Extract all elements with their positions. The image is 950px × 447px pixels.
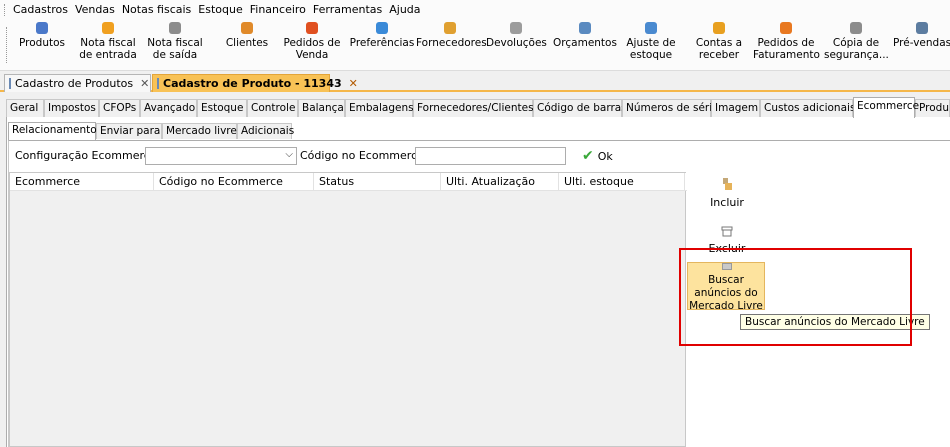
toolbar-nota-entrada-button[interactable]: Nota fiscal de entrada <box>76 22 140 70</box>
subtab-relacionamento[interactable]: Relacionamento <box>8 122 97 140</box>
tab-fornecedores-clientes[interactable]: Fornecedores/Clientes <box>413 99 534 117</box>
invoice-in-icon <box>102 22 114 34</box>
tab-cfops[interactable]: CFOPs <box>99 99 140 117</box>
tab-ecommerce[interactable]: Ecommerce <box>853 97 919 118</box>
clients-icon <box>241 22 253 34</box>
config-ecommerce-label: Configuração Ecommerce: <box>15 149 161 162</box>
subtab-adicionais[interactable]: Adicionais <box>237 123 294 139</box>
toolbar-devolucoes-button[interactable]: Devoluções <box>486 22 547 70</box>
menu-financeiro[interactable]: Financeiro <box>250 3 306 16</box>
quotes-icon <box>579 22 591 34</box>
toolbar-contas-receber-button[interactable]: Contas a receber <box>693 22 745 70</box>
menu-bar: Cadastros Vendas Notas fiscais Estoque F… <box>0 0 950 19</box>
ok-button[interactable]: ✔ Ok <box>582 147 613 165</box>
menu-ferramentas[interactable]: Ferramentas <box>313 3 382 16</box>
tab-numeros-serie[interactable]: Números de série <box>622 99 719 117</box>
doc-tab-cadastro-produto-11343[interactable]: Cadastro de Produto - 11343 ✕ <box>152 74 358 92</box>
subtab-mercado-livre[interactable]: Mercado livre <box>162 123 237 139</box>
toolbar-nota-saida-button[interactable]: Nota fiscal de saída <box>145 22 205 70</box>
main-tabs: Geral Impostos CFOPs Avançado Estoque Co… <box>6 97 950 118</box>
delete-icon <box>721 226 733 237</box>
add-icon <box>723 178 732 190</box>
sales-orders-icon <box>306 22 318 34</box>
check-icon: ✔ <box>582 148 594 164</box>
main-toolbar: Produtos Nota fiscal de entrada Nota fis… <box>0 19 950 71</box>
billing-orders-icon <box>780 22 792 34</box>
stock-adjust-icon <box>645 22 657 34</box>
tab-controle[interactable]: Controle <box>247 99 298 117</box>
preferences-icon <box>376 22 388 34</box>
suppliers-icon <box>444 22 456 34</box>
invoice-out-icon <box>169 22 181 34</box>
tab-produt[interactable]: Produt <box>915 99 950 117</box>
menu-grip <box>4 3 7 16</box>
tab-avancado[interactable]: Avançado <box>140 99 197 117</box>
tab-estoque[interactable]: Estoque <box>197 99 247 117</box>
tab-embalagens[interactable]: Embalagens <box>345 99 414 117</box>
receivables-icon <box>713 22 725 34</box>
toolbar-fornecedores-button[interactable]: Fornecedores <box>416 22 487 70</box>
products-icon <box>36 22 48 34</box>
column-ecommerce[interactable]: Ecommerce <box>10 173 154 191</box>
tab-custos-adicionais[interactable]: Custos adicionais <box>760 99 855 117</box>
tab-imagem[interactable]: Imagem <box>711 99 760 117</box>
toolbar-copia-seguranca-button[interactable]: Cópia de segurança... <box>824 22 889 70</box>
tab-balanca[interactable]: Balança <box>298 99 345 117</box>
doc-tab-cadastro-produtos[interactable]: Cadastro de Produtos ✕ <box>4 74 151 92</box>
column-codigo-ecommerce[interactable]: Código no Ecommerce <box>154 173 314 191</box>
menu-notas-fiscais[interactable]: Notas fiscais <box>122 3 191 16</box>
column-ulti-atualizacao[interactable]: Ulti. Atualização <box>441 173 559 191</box>
document-tabs: Cadastro de Produtos ✕ Cadastro de Produ… <box>0 72 950 92</box>
toolbar-pre-vendas-button[interactable]: Pré-vendas <box>893 22 950 70</box>
chevron-down-icon[interactable]: ⌵ <box>285 149 293 160</box>
toolbar-grip <box>6 27 9 63</box>
menu-estoque[interactable]: Estoque <box>198 3 242 16</box>
grid-header: Ecommerce Código no Ecommerce Status Ult… <box>10 173 687 191</box>
pre-sales-icon <box>915 22 928 34</box>
subtab-enviar-para[interactable]: Enviar para <box>96 123 162 139</box>
document-icon <box>9 78 11 89</box>
returns-icon <box>510 22 522 34</box>
close-icon[interactable]: ✕ <box>140 77 149 90</box>
toolbar-clientes-button[interactable]: Clientes <box>222 22 272 70</box>
menu-vendas[interactable]: Vendas <box>75 3 115 16</box>
config-ecommerce-select[interactable]: ⌵ <box>145 147 297 165</box>
column-ulti-estoque[interactable]: Ulti. estoque <box>559 173 685 191</box>
incluir-button[interactable]: Incluir <box>705 176 749 209</box>
tab-codigo-barras[interactable]: Código de barras <box>533 99 627 117</box>
toolbar-preferencias-button[interactable]: Preferências <box>349 22 415 70</box>
ecommerce-grid: Ecommerce Código no Ecommerce Status Ult… <box>9 172 687 447</box>
toolbar-pedidos-faturamento-button[interactable]: Pedidos de Faturamento <box>753 22 820 70</box>
toolbar-ajuste-estoque-button[interactable]: Ajuste de estoque <box>625 22 677 70</box>
close-icon[interactable]: ✕ <box>349 77 358 90</box>
document-icon <box>157 78 159 89</box>
annotation-highlight-box <box>679 248 912 346</box>
menu-ajuda[interactable]: Ajuda <box>389 3 420 16</box>
codigo-ecommerce-input[interactable] <box>415 147 566 165</box>
tab-geral[interactable]: Geral <box>6 99 44 117</box>
menu-cadastros[interactable]: Cadastros <box>13 3 68 16</box>
backup-icon <box>850 22 862 34</box>
codigo-ecommerce-label: Código no Ecommerce: <box>300 149 428 162</box>
toolbar-produtos-button[interactable]: Produtos <box>18 22 66 70</box>
ecommerce-sub-tabs: Relacionamento Enviar para Mercado livre… <box>8 122 948 140</box>
tab-impostos[interactable]: Impostos <box>44 99 99 117</box>
toolbar-orcamentos-button[interactable]: Orçamentos <box>553 22 617 70</box>
grid-body[interactable] <box>10 192 685 446</box>
column-status[interactable]: Status <box>314 173 441 191</box>
toolbar-pedidos-venda-button[interactable]: Pedidos de Venda <box>282 22 342 70</box>
